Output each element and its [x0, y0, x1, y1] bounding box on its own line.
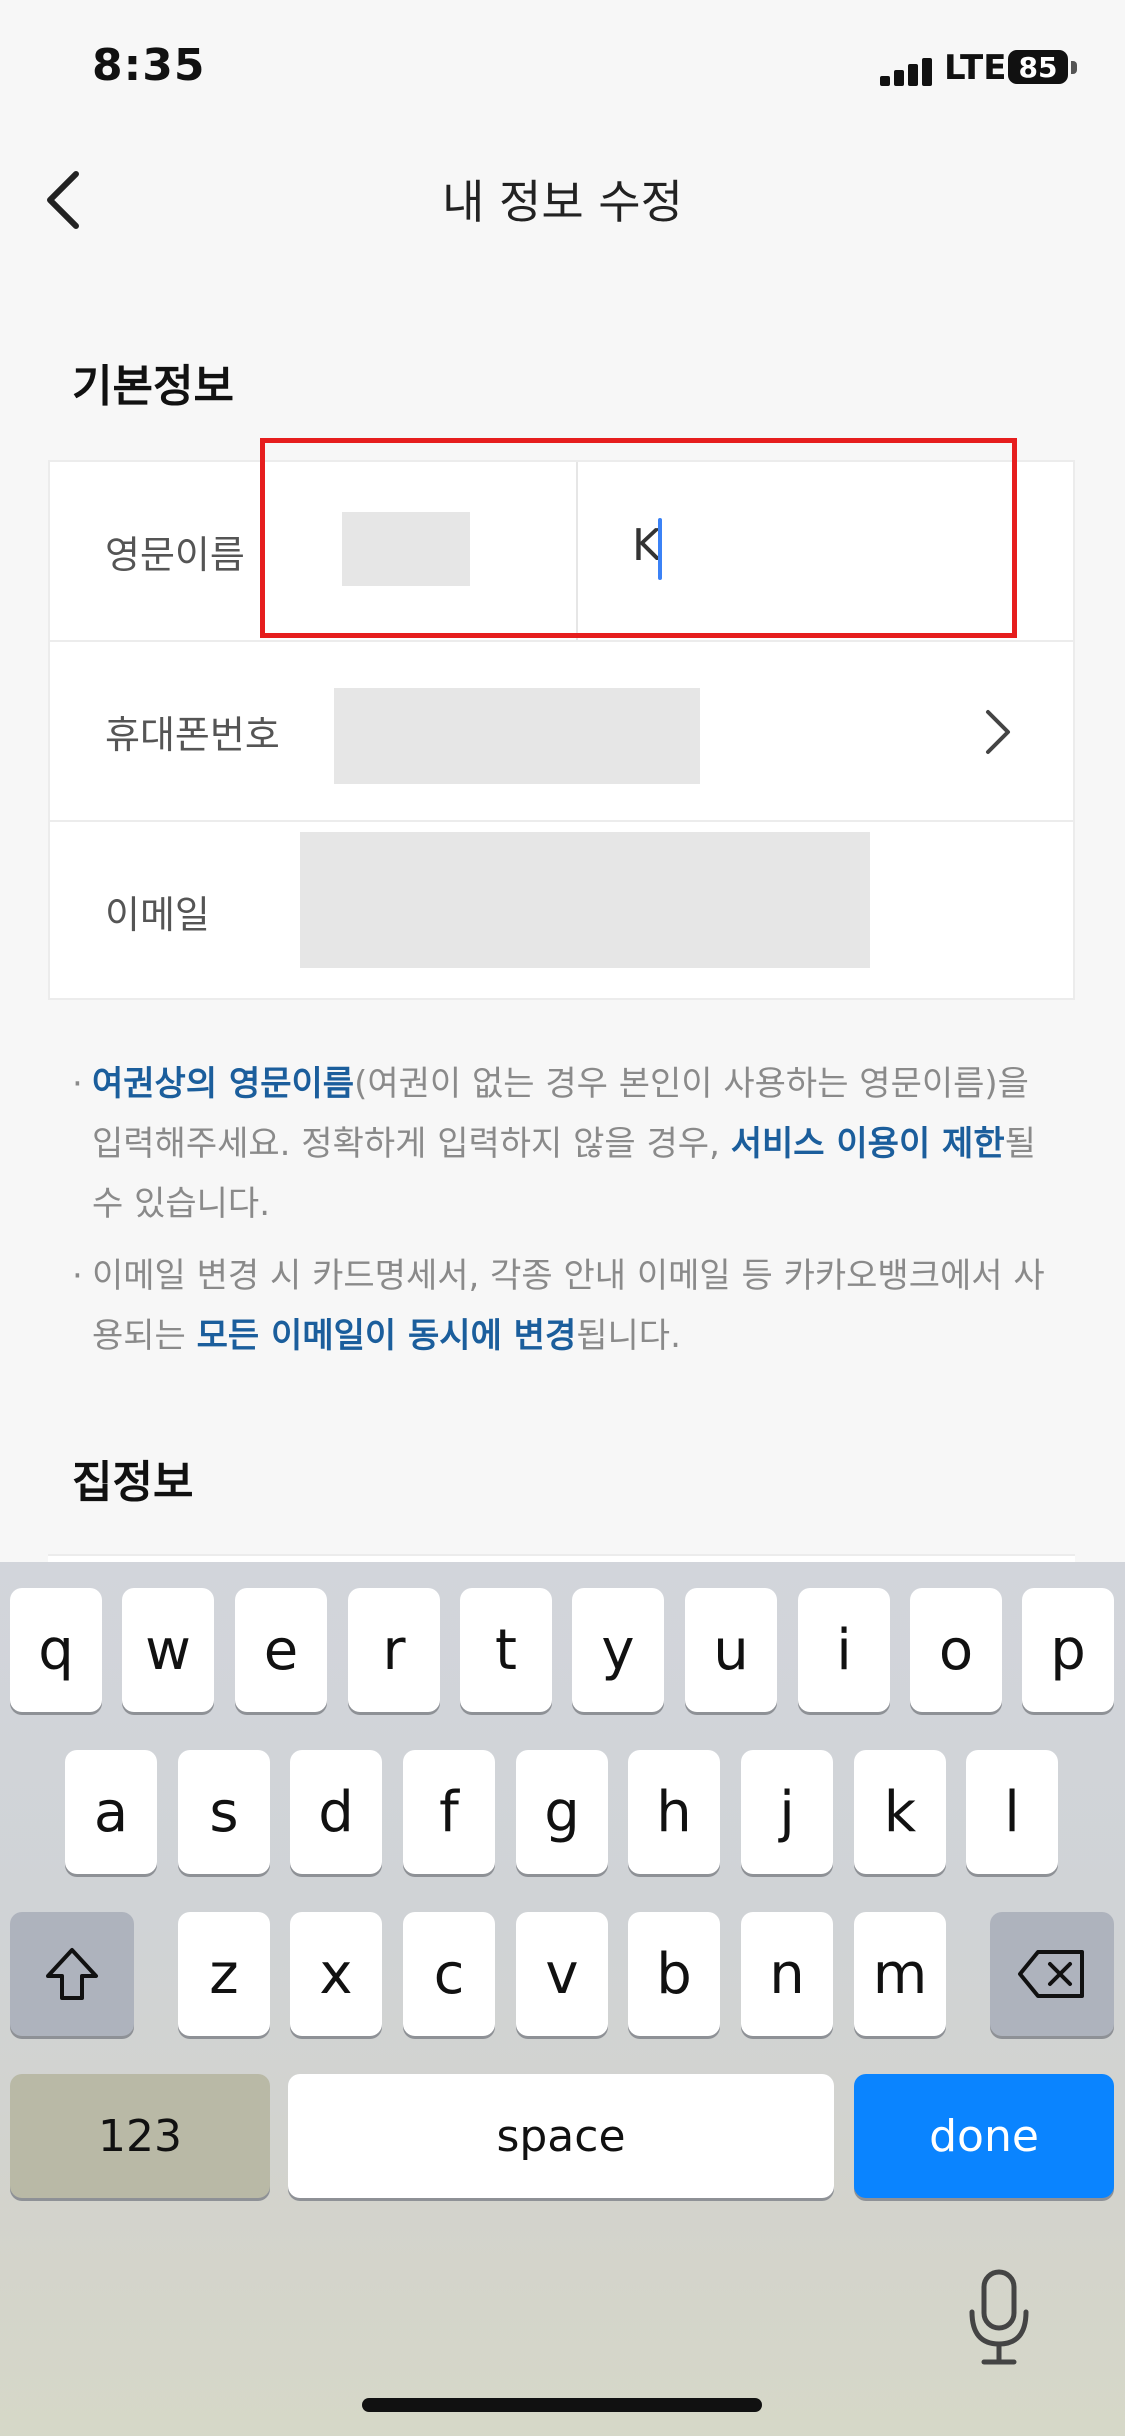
note-highlight: 모든 이메일이 동시에 변경	[196, 1316, 577, 1356]
email-label: 이메일	[105, 893, 210, 937]
key-g[interactable]: g	[516, 1750, 608, 1874]
numbers-key[interactable]: 123	[10, 2074, 270, 2198]
key-e[interactable]: e	[235, 1588, 327, 1712]
space-key[interactable]: space	[288, 2074, 834, 2198]
key-r[interactable]: r	[348, 1588, 440, 1712]
signal-icon	[880, 58, 936, 86]
english-name-label: 영문이름	[105, 533, 245, 577]
key-k[interactable]: k	[854, 1750, 946, 1874]
key-b[interactable]: b	[628, 1912, 720, 2036]
key-f[interactable]: f	[403, 1750, 495, 1874]
status-time: 8:35	[92, 40, 206, 91]
chevron-right-icon	[986, 710, 1010, 754]
home-indicator	[362, 2398, 762, 2412]
key-s[interactable]: s	[178, 1750, 270, 1874]
key-w[interactable]: w	[122, 1588, 214, 1712]
key-u[interactable]: u	[685, 1588, 777, 1712]
key-p[interactable]: p	[1022, 1588, 1114, 1712]
battery-cap	[1071, 61, 1077, 74]
backspace-icon	[1018, 1950, 1084, 1998]
key-q[interactable]: q	[10, 1588, 102, 1712]
shift-key[interactable]	[10, 1912, 134, 2036]
shift-icon	[46, 1948, 98, 2000]
key-z[interactable]: z	[178, 1912, 270, 2036]
key-x[interactable]: x	[290, 1912, 382, 2036]
email-row: 이메일	[50, 822, 1073, 1002]
key-d[interactable]: d	[290, 1750, 382, 1874]
key-y[interactable]: y	[572, 1588, 664, 1712]
backspace-key[interactable]	[990, 1912, 1114, 2036]
note-english-name: · 여권상의 영문이름(여권이 없는 경우 본인이 사용하는 영문이름)을 입력…	[72, 1064, 1036, 1224]
key-n[interactable]: n	[741, 1912, 833, 2036]
highlight-box	[260, 438, 1017, 638]
microphone-icon[interactable]	[964, 2268, 1034, 2368]
network-type: LTE	[944, 48, 1007, 88]
note-highlight: 서비스 이용이 제한	[730, 1124, 1005, 1164]
key-a[interactable]: a	[65, 1750, 157, 1874]
key-v[interactable]: v	[516, 1912, 608, 2036]
key-i[interactable]: i	[798, 1588, 890, 1712]
phone-value	[334, 688, 700, 784]
key-m[interactable]: m	[854, 1912, 946, 2036]
keyboard: q w e r t y u i o p a s d f g h j k l z …	[0, 1562, 1125, 2436]
section-title-basic: 기본정보	[72, 361, 234, 412]
battery-icon: 85	[1008, 50, 1068, 84]
section-title-home: 집정보	[72, 1457, 194, 1508]
key-l[interactable]: l	[966, 1750, 1058, 1874]
phone-row[interactable]: 휴대폰번호	[50, 642, 1073, 822]
page-title: 내 정보 수정	[442, 175, 683, 229]
email-field[interactable]	[300, 832, 870, 968]
key-t[interactable]: t	[460, 1588, 552, 1712]
key-j[interactable]: j	[741, 1750, 833, 1874]
key-h[interactable]: h	[628, 1750, 720, 1874]
battery-level: 85	[1018, 51, 1058, 84]
key-o[interactable]: o	[910, 1588, 1002, 1712]
done-key[interactable]: done	[854, 2074, 1114, 2198]
note-highlight: 여권상의 영문이름	[92, 1064, 355, 1104]
key-c[interactable]: c	[403, 1912, 495, 2036]
phone-label: 휴대폰번호	[105, 713, 280, 757]
note-email: · 이메일 변경 시 카드명세서, 각종 안내 이메일 등 카카오뱅크에서 사용…	[72, 1256, 1045, 1356]
